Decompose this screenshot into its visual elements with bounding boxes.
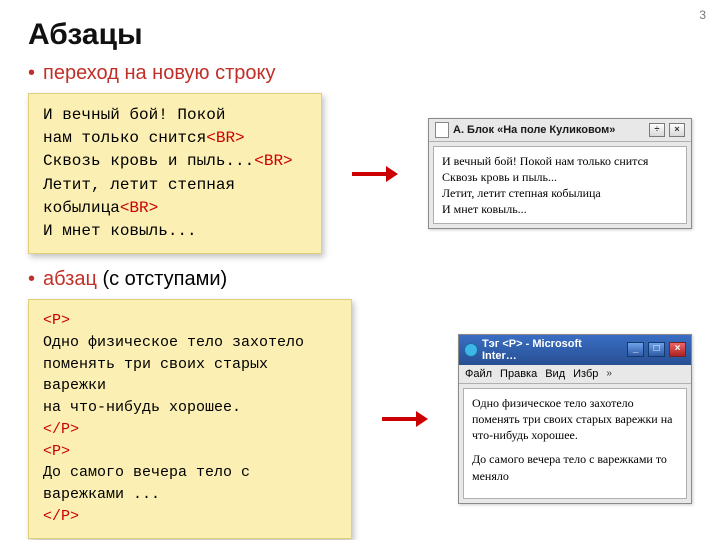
window-title: А. Блок «На поле Куликовом» <box>453 124 615 136</box>
example-1: И вечный бой! Покой нам только снится<BR… <box>28 93 692 254</box>
chevron-icon[interactable]: » <box>606 368 612 379</box>
page-number: 3 <box>699 8 706 22</box>
p-tag: <P> <box>43 312 70 329</box>
br-tag: <BR> <box>206 129 244 147</box>
preview-line: Летит, летит степная кобылица <box>442 185 678 201</box>
code-line: поменять три своих старых варежки <box>43 356 277 395</box>
code-line: Летит, летит степная <box>43 176 235 194</box>
code-box-1: И вечный бой! Покой нам только снится<BR… <box>28 93 322 254</box>
preview-line: И мнет ковыль... <box>442 201 678 217</box>
window-title: Тэг <P> - Microsoft Inter… <box>482 338 619 362</box>
close-button[interactable]: × <box>669 123 685 137</box>
menubar: Файл Правка Вид Избр » <box>459 365 691 384</box>
preview-line: Сквозь кровь и пыль... <box>442 169 678 185</box>
code-line: на что-нибудь хорошее. <box>43 399 241 416</box>
p-tag: </P> <box>43 421 79 438</box>
ie-icon <box>464 343 478 357</box>
arrow-icon <box>352 169 398 179</box>
page-title: Абзацы <box>28 18 692 52</box>
bullet-1: • переход на новую строку <box>28 62 692 85</box>
menu-file[interactable]: Файл <box>465 368 492 380</box>
preview-content: И вечный бой! Покой нам только снится Ск… <box>433 146 687 225</box>
code-box-2: <P> Одно физическое тело захотело поменя… <box>28 299 352 539</box>
bullet-1-text: переход на новую строку <box>43 62 275 85</box>
p-tag: </P> <box>43 508 79 525</box>
code-line: Сквозь кровь и пыль... <box>43 152 254 170</box>
example-2: <P> Одно физическое тело захотело поменя… <box>28 299 692 539</box>
code-line: До самого вечера тело с <box>43 464 250 481</box>
code-line: И вечный бой! Покой <box>43 106 225 124</box>
page-icon <box>435 122 449 138</box>
minimize-button[interactable]: ÷ <box>649 123 665 137</box>
bullet-2-text-black: (с отступами) <box>97 268 227 290</box>
code-line: варежками ... <box>43 486 160 503</box>
browser-preview-1: А. Блок «На поле Куликовом» ÷ × И вечный… <box>428 118 692 230</box>
arrow-icon <box>382 414 428 424</box>
code-line: нам только снится <box>43 129 206 147</box>
menu-view[interactable]: Вид <box>545 368 565 380</box>
browser-preview-2: Тэг <P> - Microsoft Inter… _ □ × Файл Пр… <box>458 334 692 504</box>
titlebar: А. Блок «На поле Куликовом» ÷ × <box>429 119 691 142</box>
code-line: Одно физическое тело захотело <box>43 334 304 351</box>
preview-paragraph: Одно физическое тело захотело поменять т… <box>472 395 678 444</box>
maximize-button[interactable]: □ <box>648 342 665 357</box>
bullet-dot-icon: • <box>28 269 35 289</box>
bullet-2-text-red: абзац <box>43 268 97 290</box>
menu-edit[interactable]: Правка <box>500 368 537 380</box>
menu-fav[interactable]: Избр <box>573 368 598 380</box>
code-line: И мнет ковыль... <box>43 222 197 240</box>
preview-content: Одно физическое тело захотело поменять т… <box>463 388 687 499</box>
close-button[interactable]: × <box>669 342 686 357</box>
titlebar: Тэг <P> - Microsoft Inter… _ □ × <box>459 335 691 365</box>
bullet-2: • абзац (с отступами) <box>28 268 692 291</box>
preview-paragraph: До самого вечера тело с варежками то мен… <box>472 451 678 483</box>
p-tag: <P> <box>43 443 70 460</box>
minimize-button[interactable]: _ <box>627 342 644 357</box>
preview-line: И вечный бой! Покой нам только снится <box>442 153 678 169</box>
code-line: кобылица <box>43 199 120 217</box>
br-tag: <BR> <box>120 199 158 217</box>
br-tag: <BR> <box>254 152 292 170</box>
bullet-dot-icon: • <box>28 63 35 83</box>
